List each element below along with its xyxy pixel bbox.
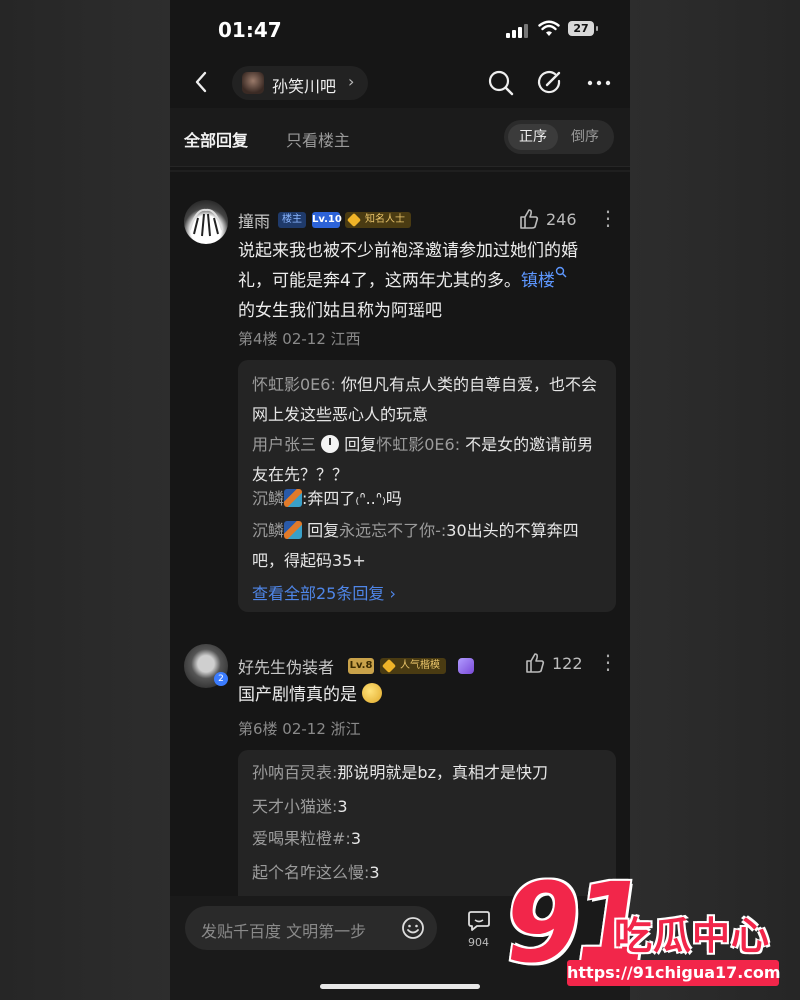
reply-item[interactable]: 怀虹影0E6: 你但凡有点人类的自尊自爱，也不会网上发这些恶心人的玩意 — [252, 370, 602, 430]
post-meta: 第4楼 02-12 江西 — [238, 330, 361, 348]
post-body-text: 国产剧情真的是 — [238, 685, 357, 705]
reply-username[interactable]: 起个名咋这么慢: — [252, 863, 369, 882]
reply-username[interactable]: 爱喝果粒橙#: — [252, 829, 351, 848]
thumbs-up-icon — [526, 653, 545, 673]
top-nav: 孙笑川吧 › — [170, 60, 630, 106]
reply-text: 3 — [337, 797, 348, 816]
post-body-text-continued: 的女生我们姑且称为阿瑶吧 — [238, 301, 442, 321]
reply-item[interactable]: 天才小猫迷:3 — [252, 792, 602, 822]
more-options-icon[interactable]: ⋮ — [598, 650, 618, 674]
reply-item[interactable]: 沉鳞 :奔四了₍ᐢ..ᐢ₎吗 — [252, 484, 602, 514]
avatar[interactable] — [184, 200, 228, 244]
post-link[interactable]: 镇楼 — [521, 271, 555, 291]
reply-username[interactable]: 怀虹影0E6: — [252, 375, 336, 394]
comment-icon[interactable] — [467, 908, 491, 932]
order-asc-button[interactable]: 正序 — [508, 124, 558, 150]
reply-text: 3 — [350, 829, 361, 848]
honor-badge: 知名人士 — [345, 212, 411, 228]
reply-text: 3 — [369, 863, 380, 882]
reply-username[interactable]: 沉鳞 — [252, 521, 284, 540]
clock-emoji-icon — [321, 435, 340, 453]
verified-icon: 2 — [214, 672, 228, 686]
forum-name: 孙笑川吧 — [272, 77, 337, 96]
view-all-replies-link[interactable]: 查看全部25条回复 › — [252, 580, 396, 604]
tab-op-only[interactable]: 只看楼主 — [286, 127, 350, 151]
username[interactable]: 好先生伪装者 — [238, 654, 334, 678]
reply-item[interactable]: 孙呐百灵表:那说明就是bz，真相才是快刀 — [252, 758, 602, 788]
forum-chip[interactable]: 孙笑川吧 › — [232, 66, 368, 100]
op-badge: 楼主 — [278, 212, 306, 228]
post-body: 国产剧情真的是 — [238, 680, 608, 710]
reply-text: :奔四了₍ᐢ..ᐢ₎吗 — [302, 489, 402, 508]
reply-username[interactable]: 孙呐百灵表: — [252, 763, 337, 782]
home-indicator — [320, 984, 480, 989]
reply-item[interactable]: 爱喝果粒橙#:3 — [252, 824, 602, 854]
reply-count: 904 — [468, 936, 489, 949]
reply-text: 那说明就是bz，真相才是快刀 — [337, 763, 548, 782]
back-arrow-icon[interactable] — [188, 68, 216, 96]
like-count: 246 — [546, 210, 577, 229]
order-desc-button[interactable]: 倒序 — [560, 124, 610, 150]
phone-screen: 01:47 27 孙笑川吧 › 全部回复 只看楼主 正序 倒序 撞雨 楼主 Lv… — [170, 0, 630, 1000]
edit-icon[interactable] — [534, 68, 564, 98]
reply-connector: 回复 — [307, 521, 340, 540]
reply-target[interactable]: 永远忘不了你-: — [339, 521, 446, 540]
gem-icon — [458, 658, 474, 674]
more-options-icon[interactable]: ⋮ — [598, 206, 618, 230]
reply-target[interactable]: 怀虹影0E6: — [376, 435, 460, 454]
more-icon[interactable] — [584, 68, 614, 98]
post-body: 说起来我也被不少前袍泽邀请参加过她们的婚礼，可能是奔4了，这两年尤其的多。镇楼 … — [238, 236, 608, 326]
reply-box: 怀虹影0E6: 你但凡有点人类的自尊自爱，也不会网上发这些恶心人的玩意 用户张三… — [238, 360, 616, 612]
battery-icon: 27 — [568, 21, 598, 36]
reply-username[interactable]: 天才小猫迷: — [252, 797, 337, 816]
status-bar: 01:47 27 — [170, 0, 630, 60]
comment-input[interactable]: 发贴千百度 文明第一步 — [185, 906, 437, 950]
like-count: 122 — [552, 654, 583, 673]
reply-connector: 回复 — [344, 435, 377, 454]
signal-icon — [506, 22, 530, 38]
divider — [170, 170, 630, 172]
pixel-avatar-icon — [284, 521, 303, 539]
chevron-right-icon: › — [348, 72, 355, 91]
order-toggle: 正序 倒序 — [504, 120, 614, 154]
status-time: 01:47 — [218, 18, 282, 42]
level-badge: Lv.10 — [312, 212, 342, 228]
search-icon[interactable] — [486, 68, 516, 98]
avatar-image — [189, 208, 223, 237]
comment-placeholder: 发贴千百度 文明第一步 — [201, 922, 367, 941]
reply-tabs: 全部回复 只看楼主 正序 倒序 — [170, 108, 630, 167]
emoji-icon[interactable] — [401, 916, 425, 940]
wifi-icon — [538, 20, 560, 36]
watermark-title: 吃瓜中心 — [614, 914, 771, 958]
tab-all-replies[interactable]: 全部回复 — [184, 127, 248, 151]
left-background — [0, 0, 170, 1000]
reply-username[interactable]: 用户张三 — [252, 435, 316, 454]
honor-badge: 人气楷模 — [380, 658, 446, 674]
level-badge: Lv.8 — [348, 658, 374, 674]
thumbs-up-icon — [520, 209, 539, 229]
forum-avatar — [242, 72, 264, 94]
username[interactable]: 撞雨 — [238, 208, 270, 232]
pixel-avatar-icon — [284, 489, 303, 507]
search-link-icon[interactable] — [555, 266, 567, 278]
reply-username[interactable]: 沉鳞 — [252, 489, 284, 508]
post-meta: 第6楼 02-12 浙江 — [238, 720, 361, 738]
right-background — [630, 0, 800, 1000]
reply-item[interactable]: 沉鳞 回复永远忘不了你-:30出头的不算奔四吧，得起码35+ — [252, 516, 602, 576]
thinking-emoji-icon — [362, 683, 383, 703]
watermark-url: https://91chigua17.com — [567, 960, 781, 986]
reply-item[interactable]: 用户张三 回复怀虹影0E6: 不是女的邀请前男友在先？？？ — [252, 430, 602, 490]
